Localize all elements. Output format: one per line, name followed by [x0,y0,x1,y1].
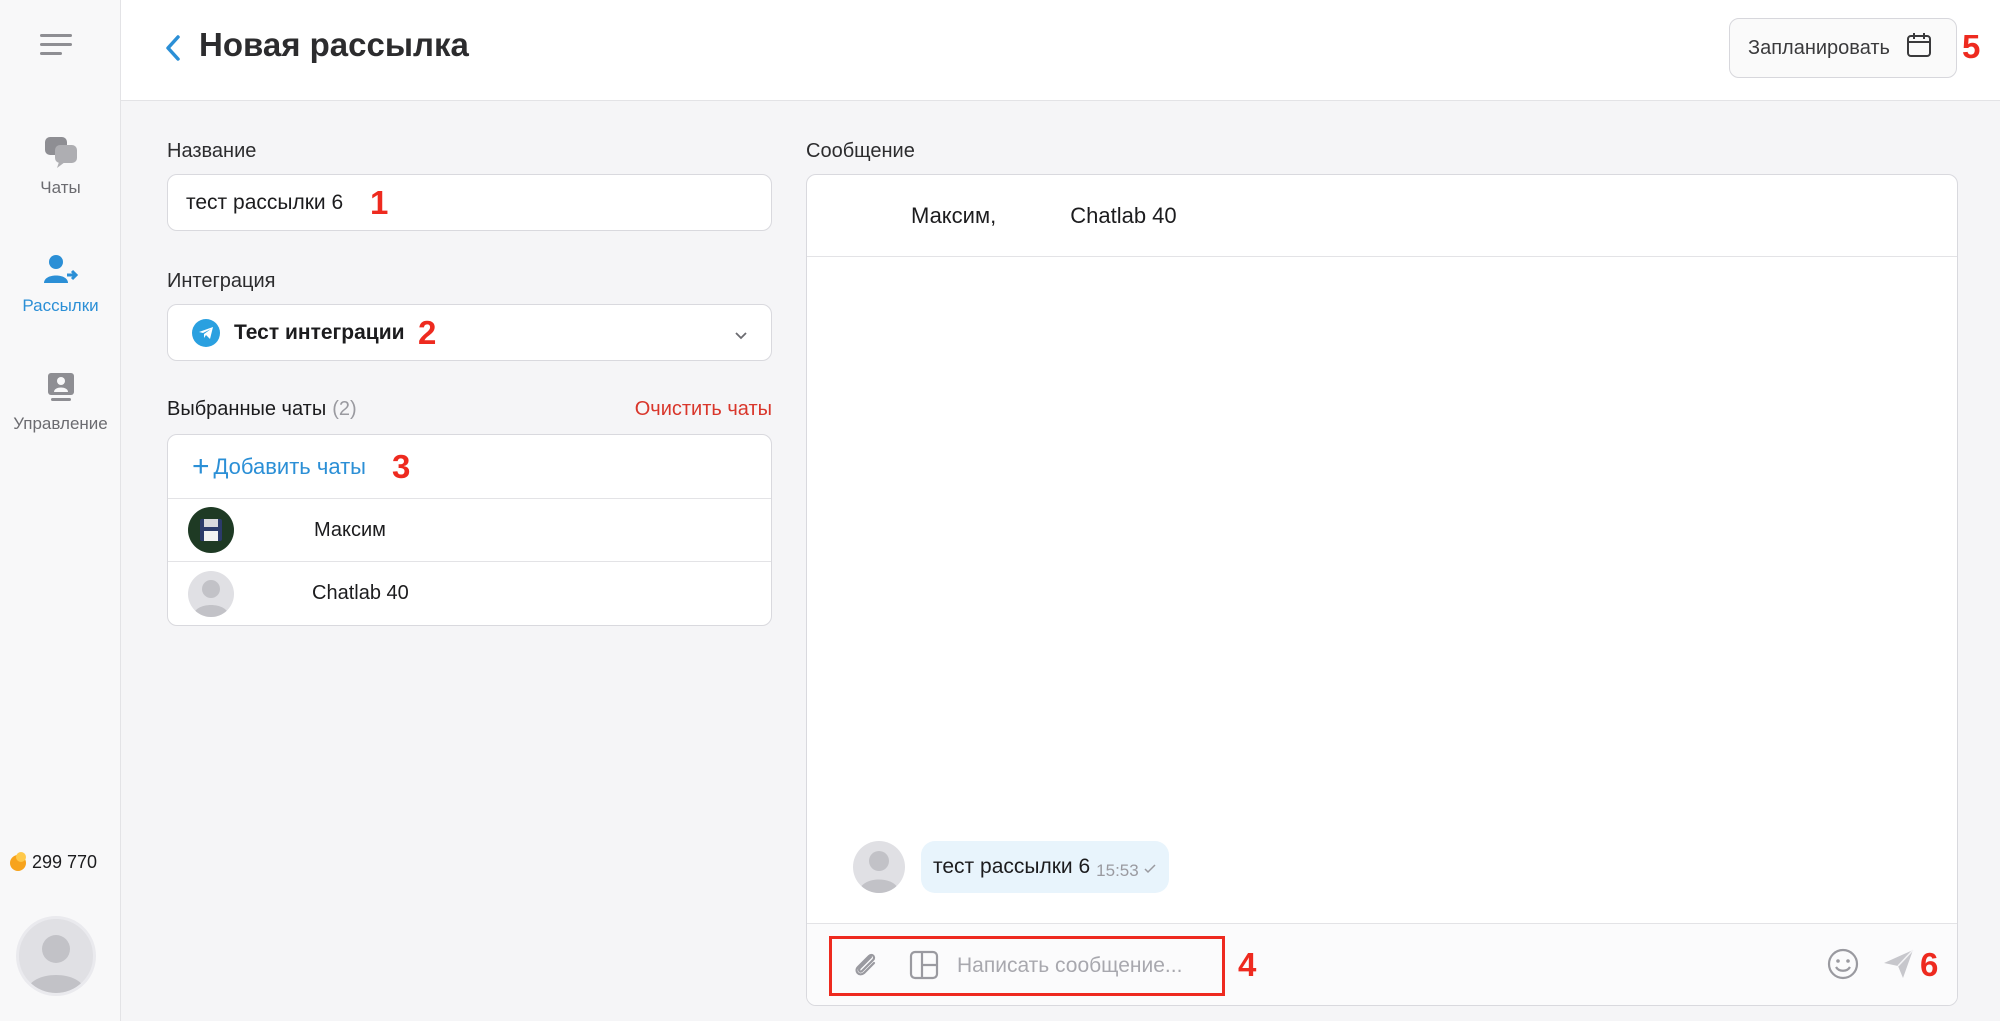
name-input[interactable]: тест рассылки 6 [167,174,772,231]
add-chats-label: Добавить чаты [213,453,366,479]
chats-icon [39,130,83,174]
message-input[interactable] [957,948,1207,984]
annotation-3: 3 [392,448,411,485]
clear-chats-link[interactable]: Очистить чаты [635,398,772,421]
recipients-bar: Максим, Chatlab 40 [807,175,1957,257]
coins-icon [10,851,26,871]
chat-name: Максим [314,518,386,541]
annotation-2: 2 [418,314,437,351]
schedule-button[interactable]: Запланировать [1729,18,1957,78]
annotation-4: 4 [1238,946,1257,983]
message-text: тест рассылки 6 [933,855,1091,878]
sidebar-item-broadcasts[interactable]: Рассылки [0,248,121,316]
management-icon [39,366,83,410]
add-chats-button[interactable]: + Добавить чаты [168,435,771,499]
avatar [188,570,234,617]
header: Новая рассылка Запланировать 5 [121,0,2000,101]
emoji-icon[interactable] [1825,946,1861,982]
avatar[interactable] [16,916,96,996]
recipient: Chatlab 40 [1070,202,1177,228]
annotation-5: 5 [1962,28,1981,65]
message-composer [807,923,1957,1005]
balance-value: 299 770 [32,852,98,872]
message-preview: тест рассылки 6 15:53 [853,841,1169,893]
recipient: Максим, [911,202,997,228]
selected-chats-list: + Добавить чаты Максим Chatlab 40 [167,434,772,626]
sidebar-item-chats[interactable]: Чаты [0,130,121,198]
selected-chats-count: (2) [332,398,357,420]
list-item[interactable]: Максим [168,499,771,562]
name-input-value: тест рассылки 6 [186,190,344,214]
annotation-1: 1 [370,184,389,221]
annotation-6: 6 [1920,946,1939,983]
check-icon [1143,862,1157,880]
sidebar-item-label: Чаты [40,178,81,197]
back-icon[interactable] [161,32,185,64]
avatar [188,507,234,553]
integration-select[interactable]: Тест интеграции [167,304,772,361]
chevron-down-icon [733,325,749,341]
plus-icon: + [192,449,210,483]
send-icon[interactable] [1881,946,1917,982]
name-label: Название [167,140,257,162]
menu-icon[interactable] [40,34,72,60]
message-time: 15:53 [1096,861,1139,880]
sidebar-item-label: Управление [13,414,108,433]
sidebar: Чаты Рассылки Управление 299 770 [0,0,121,1021]
sidebar-item-management[interactable]: Управление [0,366,121,434]
schedule-button-label: Запланировать [1748,36,1890,59]
sidebar-item-label: Рассылки [22,296,99,315]
paperclip-icon[interactable] [849,948,883,982]
selected-chats-label: Выбранные чаты [167,398,327,420]
telegram-icon [192,318,220,347]
template-icon[interactable] [907,948,941,982]
selected-chats-header: Выбранные чаты (2) Очистить чаты [167,398,772,421]
message-panel: Максим, Chatlab 40 тест рассылки 6 15:53 [806,174,1958,1006]
chat-name: Chatlab 40 [312,582,409,604]
message-bubble: тест рассылки 6 15:53 [921,841,1169,893]
calendar-icon [1906,32,1932,64]
broadcasts-icon [39,248,83,292]
page-title: Новая рассылка [199,26,469,63]
integration-label: Интеграция [167,270,276,292]
message-label: Сообщение [806,140,915,162]
list-item[interactable]: Chatlab 40 [168,562,771,625]
avatar [853,841,905,893]
integration-value: Тест интеграции [234,320,405,344]
balance: 299 770 [10,851,98,873]
